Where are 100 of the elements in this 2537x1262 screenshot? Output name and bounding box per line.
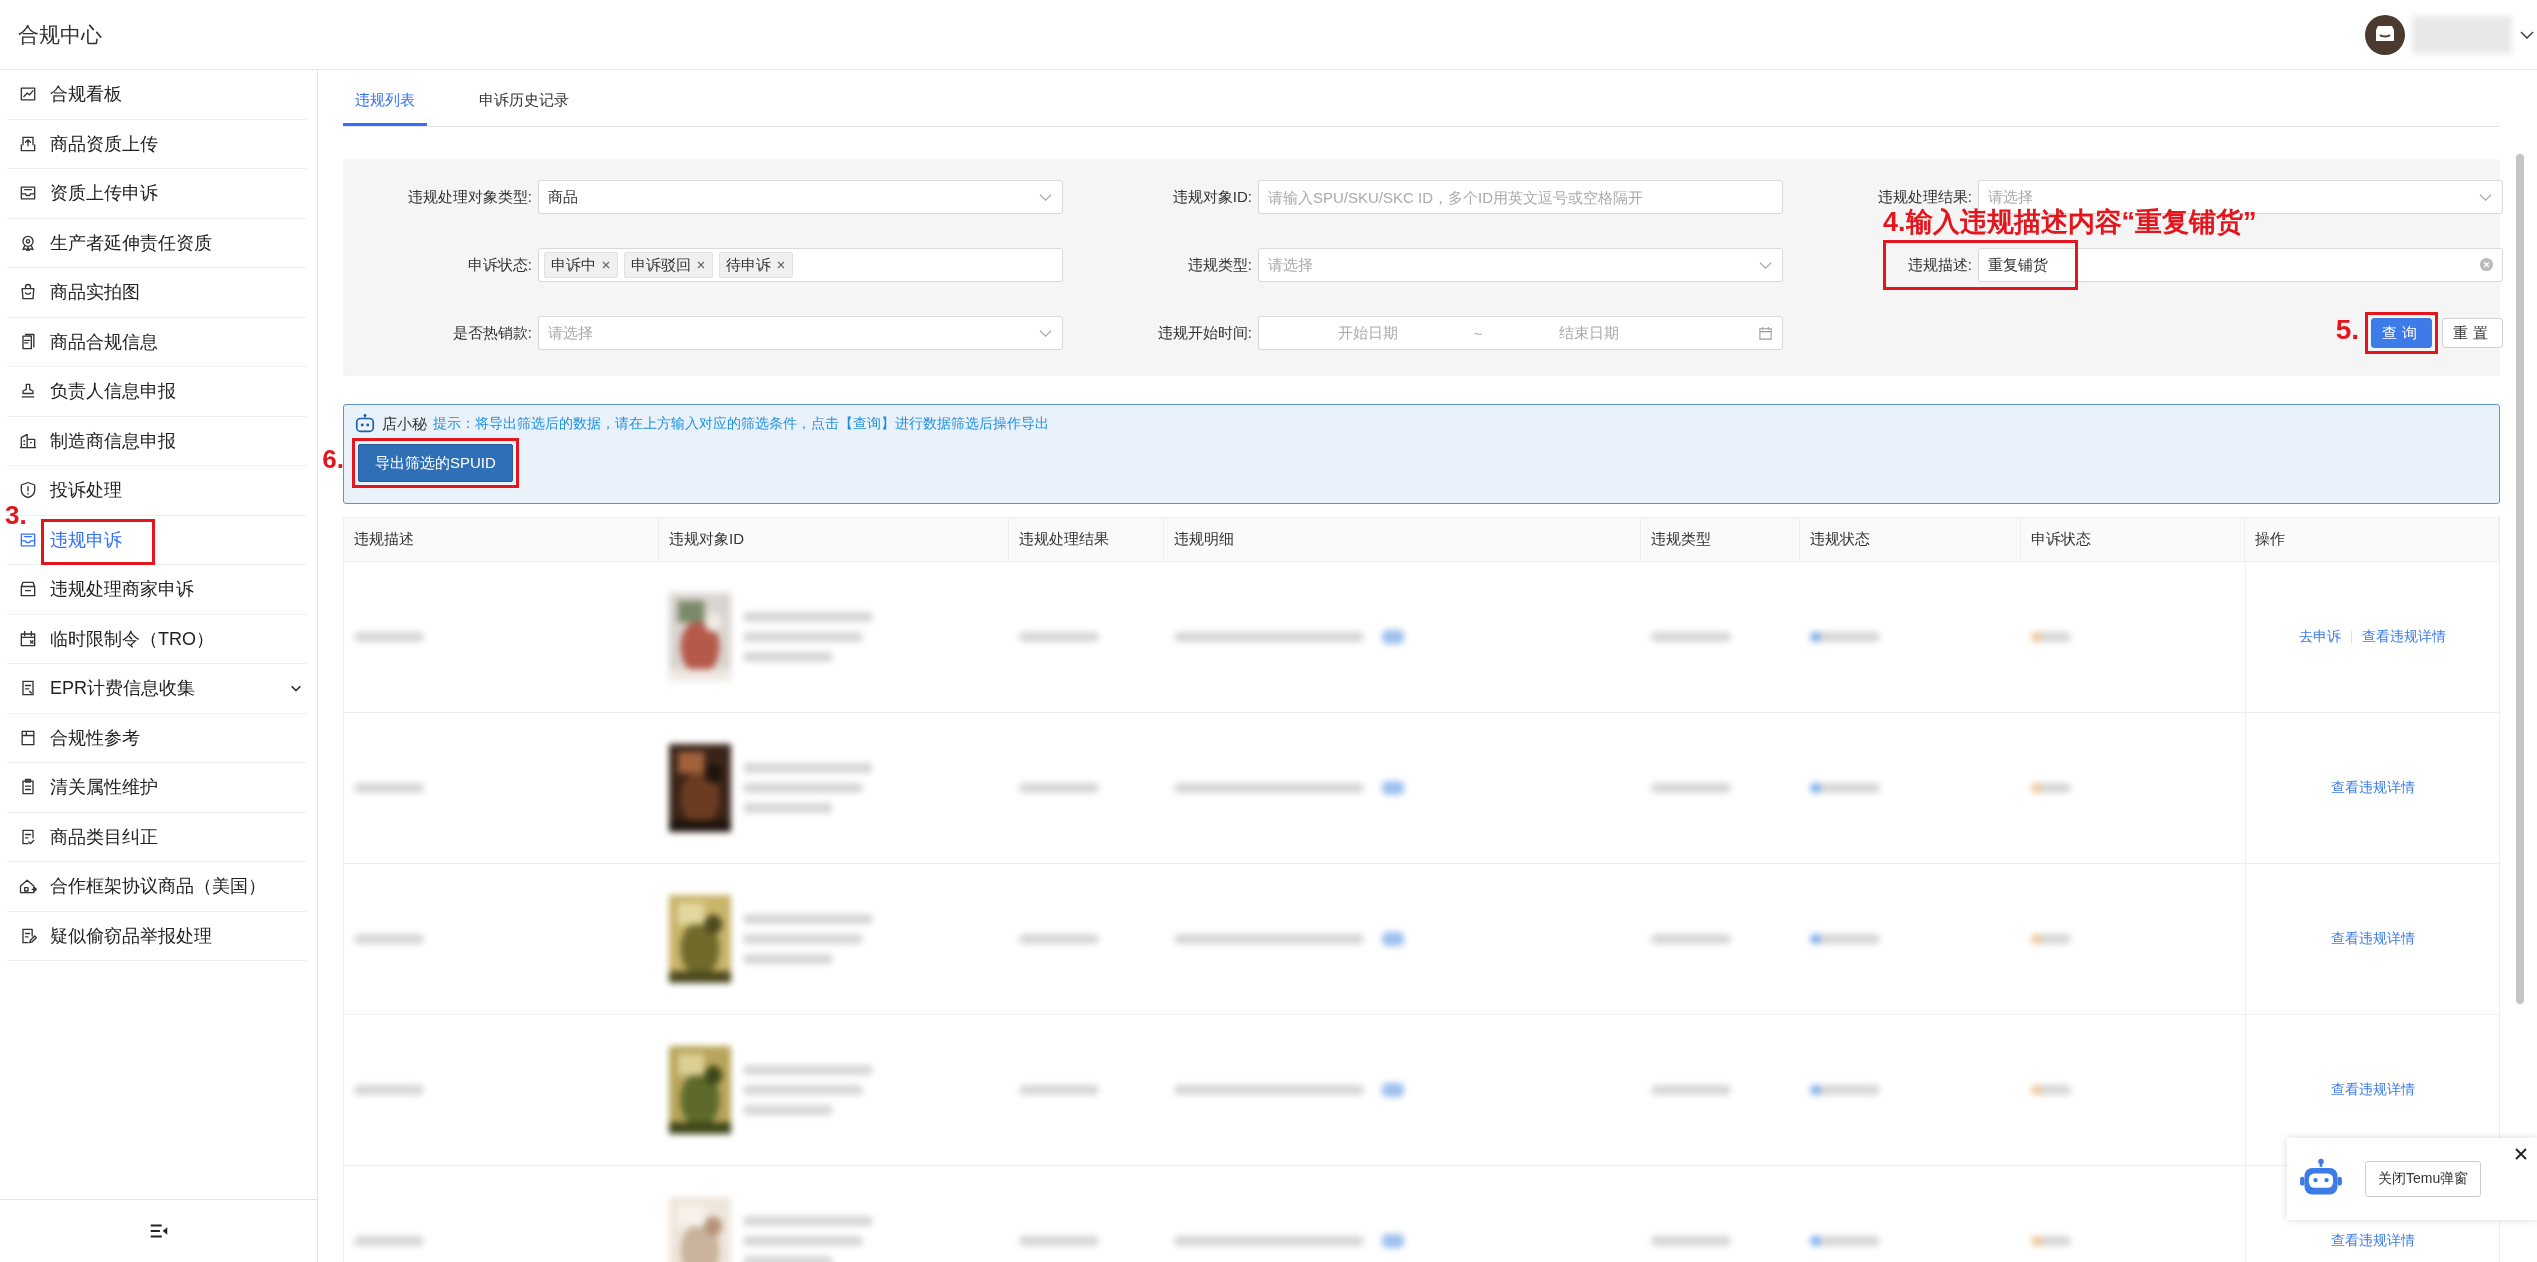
sidebar-item[interactable]: 负责人信息申报	[7, 367, 307, 417]
blurred-tag	[1382, 932, 1404, 946]
blurred-status	[1810, 934, 1880, 944]
sidebar-label: EPR计费信息收集	[50, 677, 195, 701]
blurred-text	[354, 783, 424, 793]
sidebar-item[interactable]: 合作框架协议商品（美国）	[7, 862, 307, 912]
app-title: 合规中心	[18, 21, 102, 48]
sidebar-item[interactable]: 清关属性维护	[7, 763, 307, 813]
sidebar-item[interactable]: 资质上传申诉	[7, 169, 307, 219]
sidebar-label: 生产者延伸责任资质	[50, 231, 212, 255]
sidebar-label: 制造商信息申报	[50, 429, 176, 453]
sidebar-label: 合作框架协议商品（美国）	[50, 875, 266, 899]
filter-tag[interactable]: 申诉中	[544, 252, 618, 278]
blurred-status	[1810, 1085, 1880, 1095]
action-link[interactable]: 查看违规详情	[2330, 930, 2415, 948]
blurred-status	[1810, 1236, 1880, 1246]
column-header: 违规明细	[1164, 518, 1641, 561]
action-link[interactable]: 去申诉	[2299, 628, 2341, 646]
blurred-tag	[1382, 781, 1404, 795]
sidebar-item[interactable]: 制造商信息申报	[7, 416, 307, 466]
sidebar-item[interactable]: 生产者延伸责任资质	[7, 218, 307, 268]
sidebar-item[interactable]: 商品资质上传	[7, 119, 307, 169]
filter-tag[interactable]: 申诉驳回	[624, 252, 713, 278]
annotation-number: 5.	[2335, 314, 2359, 346]
close-popup-button[interactable]: 关闭Temu弹窗	[2365, 1161, 2482, 1197]
blurred-text	[354, 632, 424, 642]
scrollbar[interactable]	[2516, 154, 2524, 1004]
column-header: 操作	[2245, 518, 2499, 561]
blurred-text	[354, 934, 424, 944]
filter-label: 是否热销款:	[451, 323, 533, 343]
column-header: 违规对象ID	[659, 518, 1009, 561]
text-field[interactable]: 请输入SPU/SKU/SKC ID，多个ID用英文逗号或空格隔开	[1258, 180, 1783, 214]
blurred-status	[2031, 934, 2071, 944]
sidebar-label: 资质上传申诉	[50, 182, 158, 206]
action-link[interactable]: 查看违规详情	[2330, 1232, 2415, 1250]
filter-tag[interactable]: 待申诉	[719, 252, 793, 278]
select-field[interactable]: 商品	[538, 180, 1063, 214]
text-field[interactable]: 重复铺货	[1978, 248, 2503, 282]
reset-button[interactable]: 重置	[2442, 318, 2503, 348]
column-header: 违规描述	[344, 518, 659, 561]
column-header: 违规状态	[1800, 518, 2021, 561]
sidebar-label: 临时限制令（TRO）	[50, 627, 214, 651]
action-link[interactable]: 查看违规详情	[2362, 628, 2446, 646]
export-button[interactable]: 导出筛选的SPUID	[358, 444, 513, 482]
sidebar-label: 商品类目纠正	[50, 825, 158, 849]
filter-label: 违规描述:	[1906, 255, 1973, 275]
action-link[interactable]: 查看违规详情	[2330, 1081, 2415, 1099]
filter-label: 违规对象ID:	[1171, 187, 1253, 207]
blurred-tag	[1382, 1083, 1404, 1097]
calendar-icon	[1758, 325, 1773, 341]
filter-label: 违规处理结果:	[1876, 187, 1973, 207]
robot-icon	[354, 413, 376, 435]
close-icon[interactable]	[2513, 1146, 2529, 1162]
column-header: 违规处理结果	[1009, 518, 1164, 561]
filter-label: 违规处理对象类型:	[406, 187, 533, 207]
sidebar-item[interactable]: 临时限制令（TRO）	[7, 614, 307, 664]
sidebar-item[interactable]: 商品实拍图	[7, 268, 307, 318]
blurred-status	[1810, 783, 1880, 793]
blurred-status	[2031, 632, 2071, 642]
blurred-status	[2031, 1085, 2071, 1095]
sidebar-item[interactable]: 合规看板	[7, 70, 307, 120]
sidebar-item[interactable]: 疑似偷窃品举报处理	[7, 911, 307, 961]
sidebar-label: 疑似偷窃品举报处理	[50, 924, 212, 948]
search-button[interactable]: 查询	[2371, 318, 2432, 348]
sidebar-item[interactable]: 商品类目纠正	[7, 812, 307, 862]
filter-label: 违规类型:	[1186, 255, 1253, 275]
blurred-status	[2031, 783, 2071, 793]
blurred-text	[354, 1085, 424, 1095]
tab[interactable]: 申诉历史记录	[467, 91, 581, 126]
sidebar-label: 投诉处理	[50, 479, 122, 503]
sidebar-item[interactable]: EPR计费信息收集	[7, 664, 307, 714]
sidebar-item[interactable]: 合规性参考	[7, 713, 307, 763]
assistant-name: 店小秘	[382, 414, 427, 434]
sidebar-label: 违规申诉	[50, 528, 122, 552]
annotation-number: 6.	[322, 444, 344, 475]
column-header: 违规类型	[1641, 518, 1800, 561]
blurred-tag	[1382, 630, 1404, 644]
blurred-tag	[1382, 1234, 1404, 1248]
tab[interactable]: 违规列表	[343, 91, 427, 126]
sidebar-label: 违规处理商家申诉	[50, 578, 194, 602]
sidebar-item[interactable]: 商品合规信息	[7, 317, 307, 367]
calendar-icon	[18, 628, 38, 649]
blurred-status	[1810, 632, 1880, 642]
blurred-status	[2031, 1236, 2071, 1246]
hint-text: 提示：将导出筛选后的数据，请在上方输入对应的筛选条件，点击【查询】进行数据筛选后操作导出	[433, 415, 1049, 433]
sidebar-label: 商品资质上传	[50, 132, 158, 156]
sidebar-label: 商品实拍图	[50, 281, 140, 305]
column-header: 申诉状态	[2021, 518, 2245, 561]
sidebar-label: 合规看板	[50, 83, 122, 107]
avatar-icon[interactable]	[2365, 14, 2405, 55]
action-link[interactable]: 查看违规详情	[2330, 779, 2415, 797]
sidebar-label: 合规性参考	[50, 726, 140, 750]
blurred-text	[354, 1236, 424, 1246]
sidebar-label: 清关属性维护	[50, 776, 158, 800]
sidebar-item[interactable]: 违规处理商家申诉	[7, 565, 307, 615]
sidebar-label: 商品合规信息	[50, 330, 158, 354]
filter-label: 申诉状态:	[466, 255, 533, 275]
shield-icon	[18, 480, 38, 501]
filter-label: 违规开始时间:	[1156, 323, 1253, 343]
sidebar-label: 负责人信息申报	[50, 380, 176, 404]
